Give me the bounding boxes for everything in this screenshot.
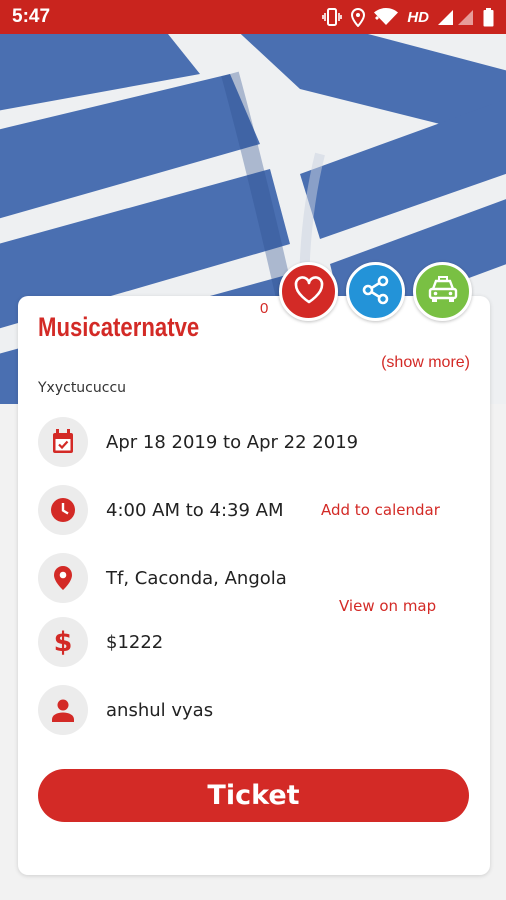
- vibrate-icon: [322, 8, 343, 26]
- map-pin-icon: [38, 553, 88, 603]
- clock-icon: [38, 485, 88, 535]
- heart-icon: [293, 275, 325, 309]
- signal-icon: [438, 9, 474, 25]
- action-buttons: [279, 262, 472, 321]
- taxi-button[interactable]: [413, 262, 472, 321]
- show-more-link[interactable]: (show more): [381, 354, 470, 372]
- event-time: 4:00 AM to 4:39 AM: [106, 499, 284, 521]
- ticket-button[interactable]: Ticket: [38, 769, 469, 822]
- calendar-icon: [38, 417, 88, 467]
- dollar-icon: $: [38, 617, 88, 667]
- event-description: Yxyctucuccu: [38, 380, 127, 396]
- wifi-icon: [374, 8, 399, 26]
- location-icon: [351, 7, 366, 27]
- organizer-row: anshul vyas: [38, 685, 213, 735]
- share-button[interactable]: [346, 262, 405, 321]
- network-type: HD: [407, 8, 429, 26]
- location-row: Tf, Caconda, Angola: [38, 553, 287, 603]
- status-icons: HD: [322, 7, 494, 27]
- price-row: $ $1222: [38, 617, 163, 667]
- event-location: Tf, Caconda, Angola: [106, 567, 287, 589]
- status-bar: 5:47 HD: [0, 0, 506, 34]
- event-price: $1222: [106, 631, 164, 653]
- like-count: 0: [260, 300, 269, 317]
- battery-icon: [483, 7, 494, 27]
- taxi-icon: [427, 275, 459, 309]
- date-row: Apr 18 2019 to Apr 22 2019: [38, 417, 358, 467]
- share-icon: [361, 275, 391, 309]
- event-details-card: 0 Musicaternatve (show more) Yxyctucuccu…: [18, 296, 490, 875]
- event-date: Apr 18 2019 to Apr 22 2019: [106, 431, 359, 453]
- status-time: 5:47: [12, 6, 51, 27]
- time-row: 4:00 AM to 4:39 AM: [38, 485, 284, 535]
- event-organizer: anshul vyas: [106, 699, 214, 721]
- event-title: Musicaternatve: [38, 312, 200, 342]
- like-button[interactable]: [279, 262, 338, 321]
- person-icon: [38, 685, 88, 735]
- add-to-calendar-link[interactable]: Add to calendar: [321, 501, 440, 519]
- view-on-map-link[interactable]: View on map: [339, 597, 436, 615]
